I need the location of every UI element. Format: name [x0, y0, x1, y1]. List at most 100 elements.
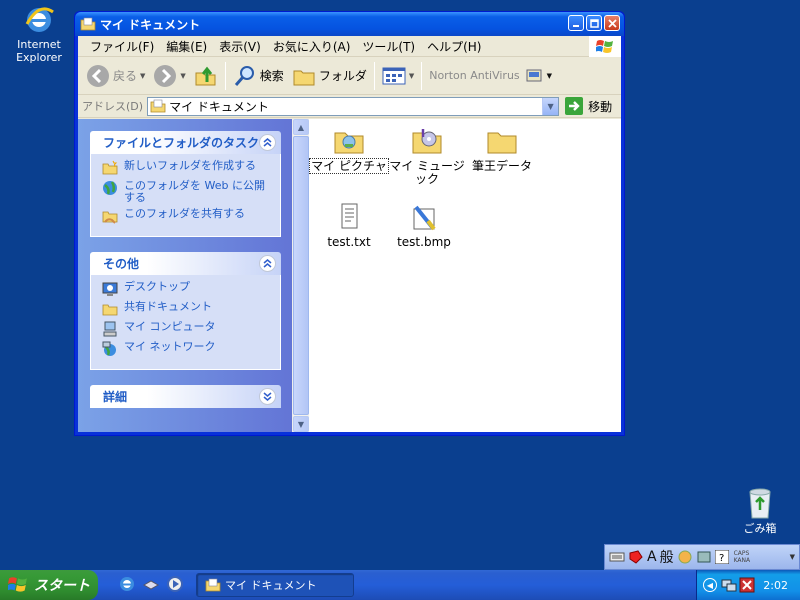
norton-icon [526, 69, 542, 81]
task-pane-scrollbar[interactable]: ▲ ▼ [292, 119, 309, 432]
menu-file[interactable]: ファイル(F) [84, 38, 160, 55]
internet-explorer-icon[interactable] [118, 575, 136, 593]
security-alert-icon[interactable] [739, 577, 755, 593]
place-desktop[interactable]: デスクトップ [102, 281, 274, 297]
menu-tools[interactable]: ツール(T) [356, 38, 421, 55]
recycle-bin-desktop-icon[interactable]: ごみ箱 [730, 486, 790, 535]
my-documents-icon [80, 17, 96, 31]
place-my-network[interactable]: マイ ネットワーク [102, 341, 274, 357]
scroll-up-arrow-icon: ▲ [297, 122, 305, 132]
menu-view[interactable]: 表示(V) [213, 38, 267, 55]
panel-header-tasks[interactable]: ファイルとフォルダのタスク [90, 131, 281, 154]
expand-button[interactable] [259, 388, 276, 405]
go-button[interactable]: 移動 [565, 97, 612, 115]
views-icon [382, 67, 406, 84]
keyboard-icon[interactable] [609, 550, 625, 564]
task-new-folder[interactable]: 新しいフォルダを作成する [102, 160, 274, 176]
close-button[interactable] [604, 15, 620, 31]
file-item-my-pictures[interactable]: マイ ピクチャ [309, 125, 389, 174]
address-input[interactable]: マイ ドキュメント ▼ [147, 96, 560, 116]
internet-explorer-desktop-icon[interactable]: Internet Explorer [10, 4, 68, 64]
file-name: マイ ピクチャ [309, 158, 389, 174]
file-folder-tasks-panel: ファイルとフォルダのタスク 新しいフォルダを作成する このフォルダを Web に [90, 131, 281, 237]
back-dropdown-icon[interactable]: ▼ [140, 72, 145, 80]
address-value: マイ ドキュメント [169, 99, 269, 114]
network-status-icon[interactable] [721, 577, 737, 593]
help-icon[interactable]: ? [714, 550, 729, 564]
task-publish-web[interactable]: このフォルダを Web に公開する [102, 180, 274, 204]
file-item-test-bmp[interactable]: test.bmp [384, 201, 464, 249]
menu-help[interactable]: ヘルプ(H) [421, 38, 487, 55]
menu-favorites[interactable]: お気に入り(A) [267, 38, 357, 55]
ime-tools-icon[interactable] [677, 549, 693, 565]
file-name: マイ ミュージック [389, 159, 465, 186]
start-button[interactable]: スタート [0, 570, 98, 600]
place-my-network-label: マイ ネットワーク [124, 340, 216, 353]
caps-label: CAPS [733, 550, 750, 557]
collapse-button[interactable] [259, 255, 276, 272]
ie-label-line1: Internet [17, 38, 61, 51]
conversion-mode-general[interactable]: 般 [660, 547, 674, 567]
show-hidden-icons-button[interactable]: ◀ [703, 578, 717, 592]
tasks-header-label: ファイルとフォルダのタスク [103, 136, 260, 150]
place-my-computer[interactable]: マイ コンピュータ [102, 321, 274, 337]
address-dropdown-button[interactable]: ▼ [542, 97, 559, 115]
globe-icon [103, 181, 117, 195]
dictionary-icon[interactable] [696, 549, 712, 565]
window-title: マイ ドキュメント [100, 17, 201, 32]
folders-button[interactable]: フォルダ [288, 61, 371, 91]
caps-kana-indicator: CAPS KANA [734, 550, 751, 564]
quick-launch [118, 575, 184, 593]
scroll-thumb[interactable] [293, 136, 309, 415]
norton-antivirus-button[interactable]: Norton AntiVirus ▼ [425, 61, 556, 91]
task-publish-web-label: このフォルダを Web に公開する [124, 179, 265, 204]
title-bar[interactable]: マイ ドキュメント [75, 12, 624, 36]
scroll-down-button[interactable]: ▼ [293, 416, 309, 432]
go-arrow-icon [565, 97, 584, 115]
kana-label: KANA [733, 557, 751, 564]
panel-header-details[interactable]: 詳細 [90, 385, 281, 408]
maximize-button[interactable] [586, 15, 602, 31]
ime-pad-icon[interactable] [628, 549, 644, 565]
file-name: test.txt [327, 235, 371, 249]
ie-label-line2: Explorer [16, 51, 62, 64]
folders-icon [293, 70, 315, 85]
input-mode-a[interactable]: A [647, 549, 657, 565]
taskbar-button-my-documents[interactable]: マイ ドキュメント [196, 573, 354, 597]
langbar-options-icon[interactable]: ▼ [790, 553, 795, 561]
my-documents-small-icon [150, 99, 166, 113]
chevron-up-icon [263, 259, 272, 268]
file-item-my-music[interactable]: マイ ミュージック [387, 125, 467, 186]
svg-text:?: ? [719, 553, 724, 564]
forward-button[interactable]: ▼ [149, 61, 189, 91]
minimize-button[interactable] [568, 15, 584, 31]
search-button[interactable]: 検索 [229, 61, 288, 91]
new-folder-icon [102, 160, 118, 175]
folder-icon [102, 304, 118, 316]
forward-dropdown-icon[interactable]: ▼ [180, 72, 185, 80]
clock[interactable]: 2:02 [763, 579, 788, 592]
menu-edit[interactable]: 編集(E) [160, 38, 213, 55]
file-item-test-txt[interactable]: test.txt [309, 201, 389, 249]
start-label: スタート [34, 578, 90, 594]
taskbar-button-label: マイ ドキュメント [225, 579, 317, 592]
scroll-up-button[interactable]: ▲ [293, 119, 309, 135]
place-shared-documents[interactable]: 共有ドキュメント [102, 301, 274, 317]
file-name: test.bmp [397, 235, 451, 249]
back-button[interactable]: 戻る ▼ [82, 61, 149, 91]
file-item-hikki-data[interactable]: 筆王データ [462, 125, 542, 173]
norton-dropdown-icon[interactable]: ▼ [547, 72, 552, 80]
show-desktop-icon[interactable] [142, 575, 160, 593]
task-share-folder[interactable]: このフォルダを共有する [102, 208, 274, 224]
up-folder-button[interactable] [190, 61, 222, 91]
place-shared-docs-label: 共有ドキュメント [124, 300, 212, 313]
windows-flag-icon [8, 577, 27, 592]
chevron-down-icon [263, 392, 272, 401]
explorer-window: マイ ドキュメント ファイル(F) 編集(E) 表示(V) お気に入り(A) ツ… [74, 11, 625, 436]
media-player-icon[interactable] [166, 575, 184, 593]
views-button[interactable]: ▼ [378, 61, 418, 91]
collapse-button[interactable] [259, 134, 276, 151]
back-arrow-icon [87, 64, 109, 87]
taskbar: スタート マイ ドキュメント ◀ 2:02 [0, 570, 800, 600]
panel-header-other[interactable]: その他 [90, 252, 281, 275]
